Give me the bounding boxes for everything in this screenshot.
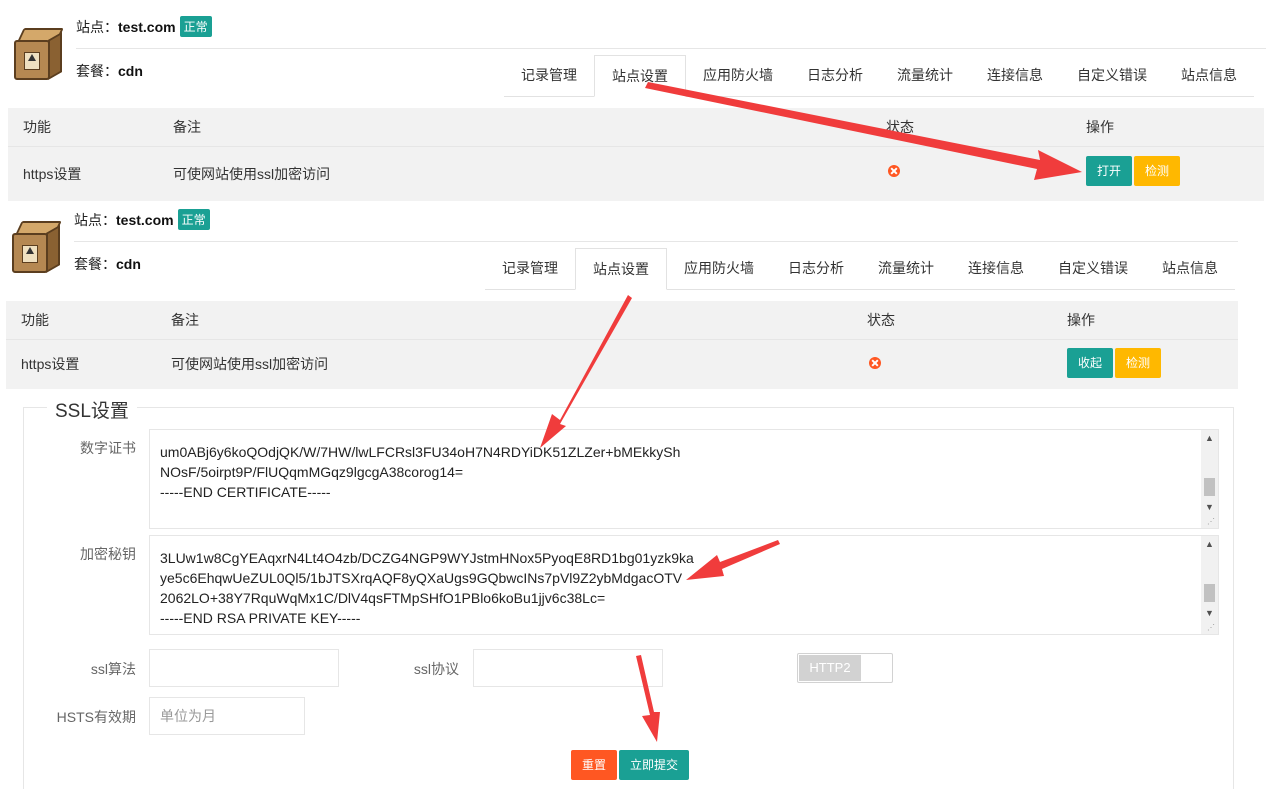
header-status: 状态 [867, 312, 895, 328]
header-actions: 操作 [1067, 312, 1095, 328]
row-feature: https设置 [21, 356, 80, 372]
plan-name: cdn [118, 63, 143, 79]
tab-site-info[interactable]: 站点信息 [1164, 55, 1254, 96]
scroll-up-icon[interactable]: ▲ [1201, 430, 1218, 447]
status-badge: 正常 [177, 209, 210, 230]
tab-site-settings[interactable]: 站点设置 [575, 248, 667, 290]
cert-line: um0ABj6y6koQOdjQK/W/7HW/lwLFCRsl3FU34oH7… [160, 444, 681, 460]
plan-label: 套餐： [76, 63, 118, 79]
status-badge: 正常 [179, 16, 212, 37]
site-panel-expanded: 站点：test.com 正常 套餐：cdn 记录管理 站点设置 应用防火墙 日志分… [0, 202, 1245, 789]
resize-handle-icon[interactable]: ⋰ [1207, 623, 1217, 633]
ssl-algo-label: ssl算法 [90, 661, 136, 677]
ssl-algo-input[interactable] [149, 649, 339, 687]
tab-log-analysis[interactable]: 日志分析 [771, 248, 861, 289]
header-note: 备注 [173, 119, 201, 135]
feature-table: 功能 备注 状态 操作 https设置 可使网站使用ssl加密访问 收起 检测 [6, 301, 1238, 389]
ssl-protocol-label: ssl协议 [413, 661, 459, 677]
header-note: 备注 [171, 312, 199, 328]
tab-traffic[interactable]: 流量统计 [861, 248, 951, 289]
submit-button[interactable]: 立即提交 [619, 750, 690, 780]
scroll-down-icon[interactable]: ▼ [1201, 605, 1218, 622]
package-box-icon [12, 26, 64, 82]
header-actions: 操作 [1086, 119, 1114, 135]
divider [76, 48, 1266, 49]
row-note: 可使网站使用ssl加密访问 [173, 166, 331, 182]
header-feature: 功能 [21, 312, 49, 328]
cert-line: NOsF/5oirpt9P/FlUQqmMGqz9lgcgA38corog14= [160, 464, 464, 480]
tab-records[interactable]: 记录管理 [504, 55, 594, 96]
tab-site-info[interactable]: 站点信息 [1145, 248, 1235, 289]
key-line: 2062LO+38Y7RquWqMx1C/DlV4qsFTMpSHfO1PBlo… [160, 590, 606, 606]
reset-button[interactable]: 重置 [571, 750, 618, 780]
ssl-protocol-input[interactable] [473, 649, 663, 687]
tab-log-analysis[interactable]: 日志分析 [790, 55, 880, 96]
tab-custom-errors[interactable]: 自定义错误 [1060, 55, 1164, 96]
row-note: 可使网站使用ssl加密访问 [171, 356, 329, 372]
open-button[interactable]: 打开 [1086, 156, 1133, 186]
collapse-button[interactable]: 收起 [1067, 348, 1114, 378]
cert-label: 数字证书 [80, 440, 136, 456]
key-label: 加密秘钥 [80, 546, 136, 562]
tab-traffic[interactable]: 流量统计 [880, 55, 970, 96]
package-box-icon [10, 219, 62, 275]
site-name: test.com [118, 19, 176, 35]
tab-waf[interactable]: 应用防火墙 [667, 248, 771, 289]
site-panel-top: 站点：test.com 正常 套餐：cdn 记录管理 站点设置 应用防火墙 日志分… [0, 0, 1272, 202]
scroll-thumb[interactable] [1204, 478, 1215, 496]
close-circle-icon [869, 357, 881, 369]
table-header: 功能 备注 状态 操作 [6, 301, 1238, 340]
check-button[interactable]: 检测 [1115, 348, 1162, 378]
plan-info: 套餐：cdn [76, 61, 143, 81]
table-row: https设置 可使网站使用ssl加密访问 打开 检测 [8, 147, 1264, 201]
key-line: 3LUw1w8CgYEAqxrN4Lt4O4zb/DCZG4NGP9WYJstm… [160, 550, 694, 566]
http2-toggle[interactable]: HTTP2 [797, 653, 893, 683]
close-circle-icon [888, 165, 900, 177]
row-feature: https设置 [23, 166, 82, 182]
divider [74, 241, 1238, 242]
key-scrollbar[interactable]: ▲ ▼ [1201, 536, 1218, 634]
plan-label: 套餐： [74, 256, 116, 272]
plan-info: 套餐：cdn [74, 254, 141, 274]
scroll-down-icon[interactable]: ▼ [1201, 499, 1218, 516]
tab-custom-errors[interactable]: 自定义错误 [1041, 248, 1145, 289]
hsts-label: HSTS有效期 [56, 709, 136, 725]
resize-handle-icon[interactable]: ⋰ [1207, 517, 1217, 527]
hsts-input[interactable]: 单位为月 [149, 697, 305, 735]
tab-site-settings[interactable]: 站点设置 [594, 55, 686, 97]
cert-textarea[interactable]: um0ABj6y6koQOdjQK/W/7HW/lwLFCRsl3FU34oH7… [149, 429, 1219, 529]
header-status: 状态 [886, 119, 914, 135]
ssl-settings-fieldset: SSL设置 数字证书 um0ABj6y6koQOdjQK/W/7HW/lwLFC… [23, 396, 1234, 789]
plan-name: cdn [116, 256, 141, 272]
site-tabs: 记录管理 站点设置 应用防火墙 日志分析 流量统计 连接信息 自定义错误 站点信… [485, 248, 1235, 290]
tab-connections[interactable]: 连接信息 [951, 248, 1041, 289]
site-info: 站点：test.com 正常 [74, 209, 210, 230]
scroll-thumb[interactable] [1204, 584, 1215, 602]
site-info: 站点：test.com 正常 [76, 16, 212, 37]
tab-records[interactable]: 记录管理 [485, 248, 575, 289]
cert-scrollbar[interactable]: ▲ ▼ [1201, 430, 1218, 528]
site-name: test.com [116, 212, 174, 228]
header-feature: 功能 [23, 119, 51, 135]
site-label: 站点： [74, 212, 116, 228]
check-button[interactable]: 检测 [1134, 156, 1181, 186]
cert-line: -----END CERTIFICATE----- [160, 484, 331, 500]
key-line: -----END RSA PRIVATE KEY----- [160, 610, 361, 626]
tab-waf[interactable]: 应用防火墙 [686, 55, 790, 96]
site-tabs: 记录管理 站点设置 应用防火墙 日志分析 流量统计 连接信息 自定义错误 站点信… [504, 55, 1254, 97]
table-row: https设置 可使网站使用ssl加密访问 收起 检测 [6, 340, 1238, 388]
tab-connections[interactable]: 连接信息 [970, 55, 1060, 96]
scroll-up-icon[interactable]: ▲ [1201, 536, 1218, 553]
key-line: ye5c6EhqwUeZUL0Ql5/1bJTSXrqAQF8yQXaUgs9G… [160, 570, 683, 586]
site-label: 站点： [76, 19, 118, 35]
ssl-legend: SSL设置 [47, 396, 137, 423]
http2-toggle-label: HTTP2 [799, 655, 861, 681]
table-header: 功能 备注 状态 操作 [8, 108, 1264, 147]
key-textarea[interactable]: 3LUw1w8CgYEAqxrN4Lt4O4zb/DCZG4NGP9WYJstm… [149, 535, 1219, 635]
feature-table: 功能 备注 状态 操作 https设置 可使网站使用ssl加密访问 打开 检测 [8, 108, 1264, 201]
